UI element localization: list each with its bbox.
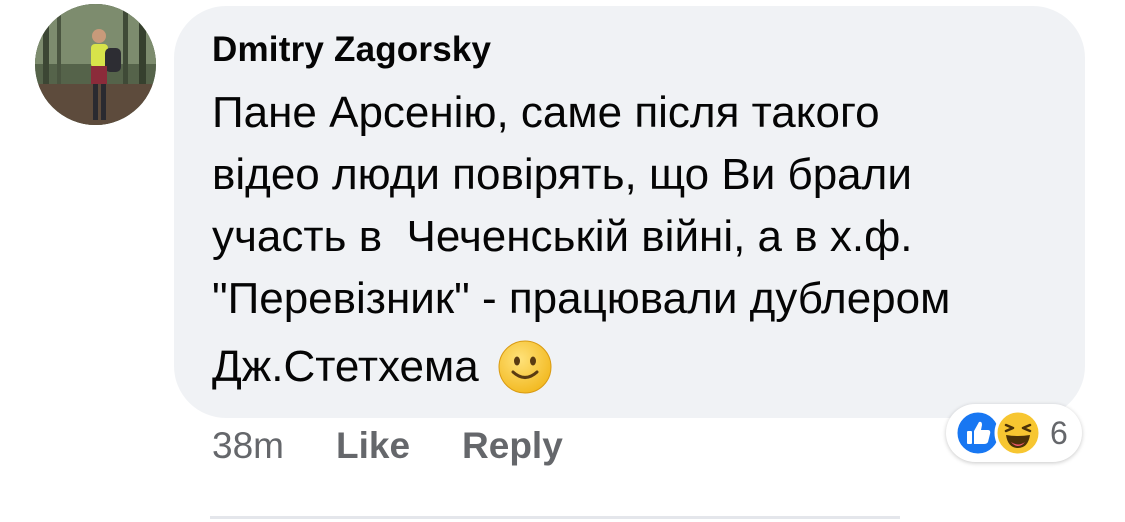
comment-text-last-line: Дж.Стетхема bbox=[212, 336, 1072, 398]
comment-text-line: "Перевізник" - працювали дублером bbox=[212, 274, 951, 323]
comment-actions: 38m Like Reply bbox=[212, 425, 615, 467]
reactions-summary[interactable]: 6 bbox=[946, 404, 1082, 462]
avatar[interactable] bbox=[35, 4, 156, 125]
reply-button[interactable]: Reply bbox=[462, 425, 563, 467]
reaction-count: 6 bbox=[1050, 414, 1068, 451]
smiling-face-emoji-icon bbox=[498, 340, 552, 394]
comment-text-line: Пане Арсенію, саме після такого bbox=[212, 88, 880, 137]
like-button[interactable]: Like bbox=[336, 425, 410, 467]
comment-timestamp[interactable]: 38m bbox=[212, 425, 284, 467]
next-comment-divider bbox=[210, 516, 900, 522]
comment-screen: Dmitry Zagorsky Пане Арсенію, саме після… bbox=[0, 0, 1125, 522]
haha-reaction-icon bbox=[994, 409, 1042, 457]
comment-text: Пане Арсенію, саме після такого відео лю… bbox=[212, 82, 1072, 398]
comment-text-line: Дж.Стетхема bbox=[212, 342, 479, 391]
avatar-photo bbox=[35, 4, 156, 125]
comment-author[interactable]: Dmitry Zagorsky bbox=[212, 30, 491, 70]
comment-text-line: відео люди повірять, що Ви брали bbox=[212, 150, 912, 199]
comment-text-line: участь в Чеченській війні, а в х.ф. bbox=[212, 212, 913, 261]
